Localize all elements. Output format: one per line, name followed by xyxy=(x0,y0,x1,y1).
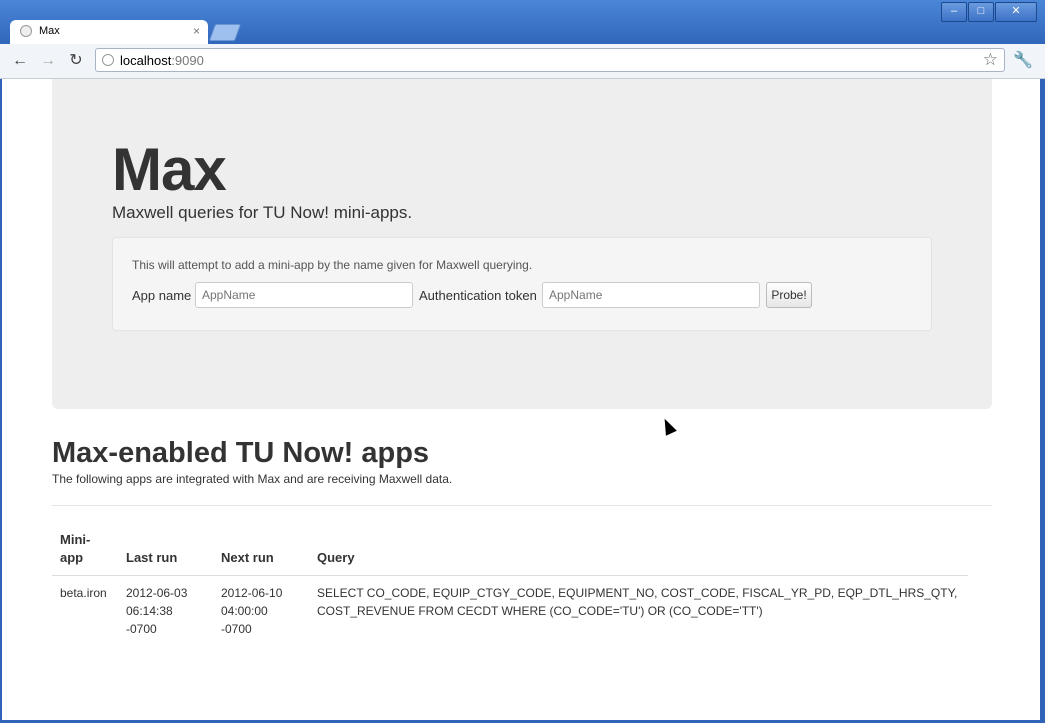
forward-arrow-icon[interactable]: → xyxy=(38,51,58,71)
tagline: Maxwell queries for TU Now! mini-apps. xyxy=(112,203,413,222)
form-help-text: This will attempt to add a mini-app by t… xyxy=(132,258,533,272)
probe-button[interactable]: Probe! xyxy=(766,282,812,308)
back-arrow-icon[interactable]: ← xyxy=(10,51,30,71)
cell-mini-app: beta.iron xyxy=(60,586,107,600)
globe-icon xyxy=(102,54,114,66)
url-port: :9090 xyxy=(171,53,204,68)
cell-last-run: 2012-06-03 06:14:38 -0700 xyxy=(126,586,188,636)
wrench-icon[interactable]: 🔧 xyxy=(1013,50,1033,70)
column-header-next-run: Next run xyxy=(213,531,309,576)
column-header-mini-app: Mini-app xyxy=(52,531,118,576)
address-bar[interactable]: localhost:9090 ☆ xyxy=(95,48,1005,72)
column-header-query: Query xyxy=(309,531,968,576)
bookmark-star-icon[interactable]: ☆ xyxy=(983,50,998,70)
cell-query: SELECT CO_CODE, EQUIP_CTGY_CODE, EQUIPME… xyxy=(317,586,958,618)
browser-toolbar: ← → ↻ localhost:9090 ☆ 🔧 xyxy=(0,44,1045,79)
tab-title: Max xyxy=(39,25,60,37)
table-row: beta.iron 2012-06-03 06:14:38 -0700 2012… xyxy=(52,576,968,647)
column-header-last-run: Last run xyxy=(118,531,213,576)
page-viewport: Max Maxwell queries for TU Now! mini-app… xyxy=(2,79,1040,720)
window-right-border xyxy=(1040,79,1045,723)
divider xyxy=(52,505,992,506)
table-header-row: Mini-app Last run Next run Query xyxy=(52,531,968,576)
apps-section-title: Max-enabled TU Now! apps xyxy=(52,437,430,469)
reload-icon[interactable]: ↻ xyxy=(66,51,86,71)
apps-section-subtitle: The following apps are integrated with M… xyxy=(52,472,453,486)
globe-icon xyxy=(20,25,32,37)
auth-token-input[interactable] xyxy=(542,282,760,308)
hero-unit: Max Maxwell queries for TU Now! mini-app… xyxy=(52,79,992,409)
url-host: localhost xyxy=(120,53,172,68)
cell-next-run: 2012-06-10 04:00:00 -0700 xyxy=(221,586,283,636)
tab-close-icon[interactable]: × xyxy=(193,24,200,38)
apps-table: Mini-app Last run Next run Query beta.ir… xyxy=(52,531,968,646)
tab-max[interactable]: Max × xyxy=(10,20,208,44)
page-title: Max xyxy=(112,136,227,203)
url-text: localhost:9090 xyxy=(120,53,204,68)
new-tab-button[interactable] xyxy=(208,24,242,41)
auth-token-label: Authentication token xyxy=(419,288,537,303)
app-name-input[interactable] xyxy=(195,282,413,308)
add-app-form: This will attempt to add a mini-app by t… xyxy=(112,237,932,331)
tab-strip: Max × xyxy=(0,18,1045,44)
app-name-label: App name xyxy=(132,288,192,303)
